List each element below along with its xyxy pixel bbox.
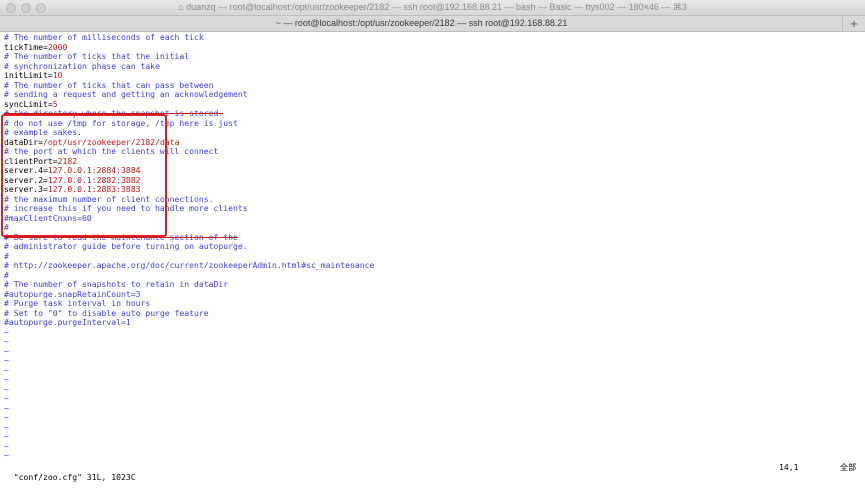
editor-line: # synchronization phase can take <box>4 60 865 72</box>
comment-text: #maxClientCnxns=60 <box>4 212 92 223</box>
editor-line: # sending a request and getting an ackno… <box>4 89 865 100</box>
empty-line-tilde: ~ <box>4 450 9 460</box>
comment-text: # http://zookeeper.apache.org/doc/curren… <box>4 260 375 270</box>
tab-active[interactable]: ~ — root@localhost:/opt/usr/zookeeper/21… <box>0 18 843 28</box>
home-icon: ⌂ <box>178 2 184 12</box>
config-key: initLimit <box>4 70 48 80</box>
editor-line: # administrator guide before turning on … <box>4 241 865 252</box>
editor-line: # http://zookeeper.apache.org/doc/curren… <box>4 260 865 271</box>
comment-text: # sending a request and getting an ackno… <box>4 89 248 99</box>
comment-text: # administrator guide before turning on … <box>4 241 248 251</box>
comment-text: # <box>4 222 9 232</box>
window-titlebar: ⌂ duanzq — root@localhost:/opt/usr/zooke… <box>0 0 865 16</box>
comment-text: # the port at which the clients will con… <box>4 146 219 156</box>
window-title-text: duanzq — root@localhost:/opt/usr/zookeep… <box>186 2 687 12</box>
comment-text: #autopurge.purgeInterval=1 <box>4 317 131 327</box>
config-value: 127.0.0.1:2882:3882 <box>47 174 141 185</box>
empty-line-tilde: ~ <box>4 412 9 422</box>
comment-text: # the maximum number of client connectio… <box>4 193 214 204</box>
empty-line-tilde: ~ <box>4 431 9 441</box>
comment-text: # The number of ticks that can pass betw… <box>4 79 214 90</box>
empty-line-tilde: ~ <box>4 374 9 384</box>
status-scroll-indicator: 全部 <box>840 462 857 472</box>
comment-text: # Be sure to read the maintenance sectio… <box>4 231 238 242</box>
editor-line: # increase this if you need to handle mo… <box>4 203 865 214</box>
empty-line-tilde: ~ <box>4 355 9 365</box>
comment-text: # example sakes. <box>4 127 82 137</box>
editor-line: #maxClientCnxns=60 <box>4 212 865 224</box>
config-value: 127.0.0.1:2884:3884 <box>47 165 141 175</box>
empty-line-tilde: ~ <box>4 421 9 432</box>
editor-line: # The number of milliseconds of each tic… <box>4 32 865 43</box>
comment-text: # Set to "0" to disable auto purge featu… <box>4 307 209 318</box>
empty-line-tilde: ~ <box>4 364 9 375</box>
config-key: tickTime <box>4 41 43 52</box>
window-title: ⌂ duanzq — root@localhost:/opt/usr/zooke… <box>0 2 865 13</box>
vim-statusline: "conf/zoo.cfg" 31L, 1023C 14,1 全部 <box>4 462 865 482</box>
config-value: 5 <box>52 98 58 109</box>
config-value: 2000 <box>47 41 68 52</box>
config-value: 127.0.0.1:2883:3883 <box>47 184 141 194</box>
comment-text: # <box>4 269 9 280</box>
empty-line-tilde: ~ <box>4 393 9 403</box>
editor-line: #autopurge.purgeInterval=1 <box>4 317 865 328</box>
comment-text: # <box>4 250 9 261</box>
config-key: server.2 <box>4 174 43 185</box>
comment-text: # Purge task interval in hours <box>4 298 151 308</box>
comment-text: # do not use /tmp for storage, /tmp here… <box>4 117 238 128</box>
config-key: server.3 <box>4 184 43 194</box>
new-tab-button[interactable]: + <box>842 16 865 31</box>
comment-text: # synchronization phase can take <box>4 60 160 71</box>
comment-text: # The number of ticks that the initial <box>4 51 190 61</box>
config-key: clientPort <box>4 155 53 166</box>
editor-line: # Set to "0" to disable auto purge featu… <box>4 307 865 319</box>
empty-line-tilde: ~ <box>4 336 9 346</box>
empty-line-tilde: ~ <box>4 440 9 451</box>
status-cursor-position: 14,1 <box>779 462 799 472</box>
config-value: 2182 <box>57 155 78 166</box>
config-key: dataDir <box>4 136 39 147</box>
comment-text: # the directory where the snapshot is st… <box>4 108 224 118</box>
comment-text: #autopurge.snapRetainCount=3 <box>4 288 141 299</box>
vim-editor[interactable]: # The number of milliseconds of each tic… <box>4 32 865 461</box>
comment-text: # increase this if you need to handle mo… <box>4 203 248 213</box>
editor-line: # the port at which the clients will con… <box>4 146 865 157</box>
config-key: syncLimit <box>4 98 48 109</box>
tab-bar: ~ — root@localhost:/opt/usr/zookeeper/21… <box>0 16 865 32</box>
config-value: /opt/usr/zookeeper/2182/data <box>43 136 180 147</box>
empty-line-tilde: ~ <box>4 326 9 337</box>
comment-text: # The number of milliseconds of each tic… <box>4 32 204 42</box>
empty-line-tilde: ~ <box>4 383 9 394</box>
empty-line-tilde: ~ <box>4 402 9 413</box>
config-value: 10 <box>52 70 63 80</box>
empty-line-tilde: ~ <box>4 345 9 356</box>
editor-line: # do not use /tmp for storage, /tmp here… <box>4 117 865 129</box>
config-key: server.4 <box>4 165 43 175</box>
comment-text: # The number of snapshots to retain in d… <box>4 279 229 289</box>
